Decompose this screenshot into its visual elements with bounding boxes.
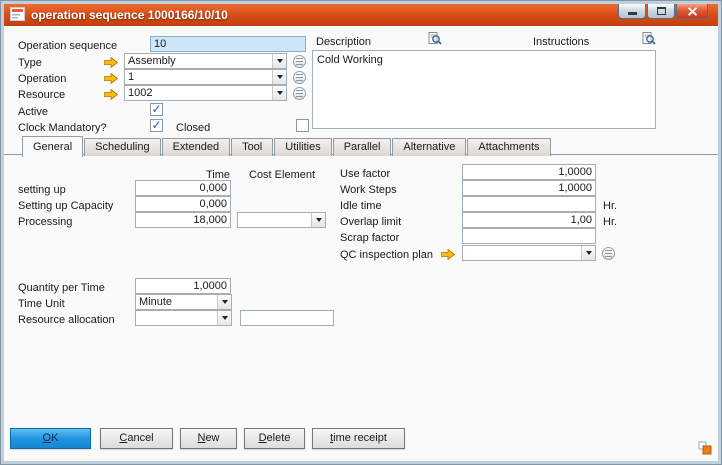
chevron-down-icon — [217, 295, 231, 309]
closed-label: Closed — [176, 121, 210, 135]
use-factor-label: Use factor — [340, 167, 390, 181]
type-selection-list-button[interactable] — [293, 55, 306, 68]
new-button[interactable]: New — [180, 428, 237, 449]
operation-dropdown[interactable]: 1 — [124, 69, 287, 85]
resource-dropdown[interactable]: 1002 — [124, 85, 287, 101]
processing-label: Processing — [18, 215, 72, 229]
close-button[interactable] — [676, 4, 708, 19]
instructions-label: Instructions — [533, 35, 589, 49]
tab-attachments[interactable]: Attachments — [467, 138, 550, 156]
minimize-icon — [628, 12, 637, 15]
maximize-button[interactable] — [647, 4, 675, 19]
cost-element-dropdown[interactable] — [237, 212, 326, 228]
cost-element-column-header: Cost Element — [249, 168, 315, 182]
quantity-per-time-field[interactable]: 1,0000 — [135, 278, 231, 294]
tab-general[interactable]: General — [22, 136, 83, 157]
tab-parallel[interactable]: Parallel — [333, 138, 392, 156]
work-steps-field[interactable]: 1,0000 — [462, 180, 596, 196]
resource-allocation-label: Resource allocation — [18, 313, 115, 327]
chevron-down-icon — [311, 213, 325, 227]
description-label: Description — [316, 35, 371, 49]
maximize-icon — [657, 7, 666, 15]
resize-grip-icon[interactable] — [698, 441, 712, 455]
operation-sequence-dialog: operation sequence 1000166/10/10 Operati… — [0, 0, 722, 465]
chevron-down-icon — [272, 70, 286, 84]
setting-up-label: setting up — [18, 183, 66, 197]
qc-inspection-plan-label: QC inspection plan — [340, 248, 433, 262]
overlap-limit-field[interactable]: 1,00 — [462, 212, 596, 228]
time-receipt-button[interactable]: time receipt — [312, 428, 405, 449]
description-textarea[interactable]: Cold Working — [312, 50, 656, 129]
clock-mandatory-label: Clock Mandatory? — [18, 121, 107, 135]
processing-field[interactable]: 18,000 — [135, 212, 231, 228]
type-dropdown[interactable]: Assembly — [124, 53, 287, 69]
tab-utilities[interactable]: Utilities — [274, 138, 331, 156]
ok-button[interactable]: OK — [10, 428, 91, 449]
setting-up-capacity-field[interactable]: 0,000 — [135, 196, 231, 212]
setting-up-field[interactable]: 0,000 — [135, 180, 231, 196]
active-label: Active — [18, 105, 48, 119]
time-unit-dropdown[interactable]: Minute — [135, 294, 232, 310]
app-icon — [10, 7, 25, 24]
qc-inspection-plan-dropdown[interactable] — [462, 245, 596, 261]
chevron-down-icon — [272, 54, 286, 68]
window-title: operation sequence 1000166/10/10 — [31, 8, 228, 22]
resource-allocation-field[interactable] — [240, 310, 334, 326]
resource-allocation-dropdown[interactable] — [135, 310, 232, 326]
tab-extended[interactable]: Extended — [162, 138, 230, 156]
idle-time-label: Idle time — [340, 199, 382, 213]
tab-scheduling[interactable]: Scheduling — [84, 138, 160, 156]
instructions-zoom-icon[interactable] — [642, 32, 656, 46]
idle-time-unit: Hr. — [603, 199, 617, 213]
overlap-limit-label: Overlap limit — [340, 215, 401, 229]
chevron-down-icon — [272, 86, 286, 100]
resource-label: Resource — [18, 88, 65, 102]
idle-time-field[interactable] — [462, 196, 596, 212]
operation-sequence-label: Operation sequence — [18, 39, 117, 53]
title-bar[interactable]: operation sequence 1000166/10/10 — [4, 4, 718, 26]
operation-selection-list-button[interactable] — [293, 71, 306, 84]
type-label: Type — [18, 56, 42, 70]
resource-selection-list-button[interactable] — [293, 87, 306, 100]
scrap-factor-field[interactable] — [462, 228, 596, 244]
setting-up-capacity-label: Setting up Capacity — [18, 199, 113, 213]
work-steps-label: Work Steps — [340, 183, 397, 197]
tab-bar: General Scheduling Extended Tool Utiliti… — [22, 136, 552, 156]
mandatory-arrow-icon — [104, 73, 118, 84]
overlap-limit-unit: Hr. — [603, 215, 617, 229]
quantity-per-time-label: Quantity per Time — [18, 281, 105, 295]
close-icon — [687, 7, 698, 16]
tab-alternative[interactable]: Alternative — [392, 138, 466, 156]
cancel-button[interactable]: Cancel — [100, 428, 173, 449]
chevron-down-icon — [581, 246, 595, 260]
tab-tool[interactable]: Tool — [231, 138, 273, 156]
use-factor-field[interactable]: 1,0000 — [462, 164, 596, 180]
dialog-content: Operation sequence 10 Type Assembly Oper… — [4, 26, 718, 461]
operation-label: Operation — [18, 72, 66, 86]
operation-sequence-field[interactable]: 10 — [150, 36, 306, 52]
chevron-down-icon — [217, 311, 231, 325]
mandatory-arrow-icon — [104, 89, 118, 100]
delete-button[interactable]: Delete — [244, 428, 305, 449]
mandatory-arrow-icon — [441, 249, 455, 260]
minimize-button[interactable] — [618, 4, 646, 19]
closed-checkbox[interactable] — [296, 119, 309, 132]
mandatory-arrow-icon — [104, 57, 118, 68]
qc-selection-list-button[interactable] — [602, 247, 615, 260]
window-controls — [617, 4, 708, 19]
scrap-factor-label: Scrap factor — [340, 231, 399, 245]
description-zoom-icon[interactable] — [428, 32, 442, 46]
active-checkbox[interactable]: ✓ — [150, 103, 163, 116]
clock-mandatory-checkbox[interactable]: ✓ — [150, 119, 163, 132]
time-unit-label: Time Unit — [18, 297, 65, 311]
